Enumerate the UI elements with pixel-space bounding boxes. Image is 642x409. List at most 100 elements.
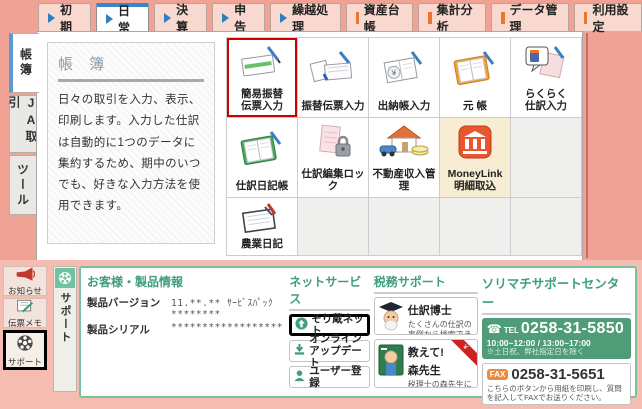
tab-arrow-icon: [48, 12, 55, 23]
dock-item-support[interactable]: サポート: [3, 330, 47, 370]
grid-item-motocho[interactable]: 元 帳: [440, 38, 511, 118]
tab-bar-icon: [355, 11, 359, 24]
grid-cell-empty: [369, 198, 440, 256]
tab-shukeibunseki[interactable]: 集計分析: [418, 3, 487, 34]
grid-item-label: らくらく 仕訳入力: [525, 87, 567, 113]
tab-shoki[interactable]: 初 期: [38, 3, 92, 34]
product-serial-label: 製品シリアル: [87, 324, 150, 336]
product-version-row: 製品バージョン 11.**.** ｻｰﾋﾞｽﾊﾟｯｸ ********: [87, 295, 285, 320]
dock-item-label: お知らせ: [8, 285, 42, 296]
grid-item-suitocho[interactable]: ¥ 出納帳入力: [369, 38, 440, 118]
divider: [58, 79, 204, 82]
grid-cell-empty: [298, 198, 369, 256]
tab-label: 申 告: [234, 2, 247, 34]
tab-kurikoshi[interactable]: 繰越処理: [270, 3, 341, 34]
grid-item-rakuraku-shiwake[interactable]: らくらく 仕訳入力: [511, 38, 582, 118]
app-window: 初 期 日 常 決 算 申 告 繰越処理 資産台帳 集計分析 データ管理 利用設…: [0, 0, 642, 409]
tab-label: 利用設定: [592, 2, 629, 34]
grid-item-fudosan-shunyu[interactable]: 不動産収入管理: [369, 118, 440, 198]
life-ring-icon: [55, 268, 75, 288]
grid-item-label: 出納帳入力: [377, 100, 431, 113]
sidebar-item-tool[interactable]: ツール: [9, 155, 37, 215]
grid-item-label: 仕訳日記帳: [235, 180, 289, 193]
dock-item-label: サポート: [7, 356, 42, 367]
sidebar-item-ja-torihiki[interactable]: JA取引: [7, 95, 38, 153]
top-tab-bar: 初 期 日 常 決 算 申 告 繰越処理 資産台帳 集計分析 データ管理 利用設…: [38, 3, 642, 35]
fax-number: 0258-31-5651: [511, 366, 605, 384]
tab-bar-icon: [501, 11, 505, 24]
grid-item-moneylink[interactable]: MoneyLink 明細取込: [440, 118, 511, 198]
grid-cell-empty: [511, 198, 582, 256]
tab-arrow-icon: [106, 14, 114, 24]
dock-item-label: 伝票メモ: [7, 317, 42, 328]
tax-support-title: 税務サポート: [373, 273, 478, 294]
grid-item-label: 仕訳編集ロック: [301, 167, 365, 193]
tab-label: 決 算: [176, 2, 189, 34]
download-icon: [293, 343, 306, 359]
sidebar-item-chobo[interactable]: 帳簿: [9, 33, 39, 93]
bank-building-icon: [455, 118, 495, 168]
tel-button[interactable]: ☎ TEL 0258-31-5850 10:00~12:00 / 13:00~1…: [481, 318, 631, 360]
grid-cell-empty: [511, 118, 582, 198]
support-panel-tab[interactable]: サポート: [53, 266, 77, 392]
product-version-value: 11.**.** ｻｰﾋﾞｽﾊﾟｯｸ ********: [171, 298, 274, 320]
teacher-icon: [378, 343, 404, 384]
professor-icon: [378, 301, 404, 331]
grid-item-label: 農業日記: [241, 238, 283, 251]
tel-prefix: TEL: [503, 326, 519, 335]
tab-datakanri[interactable]: データ管理: [491, 3, 570, 34]
bottom-dock: お知らせ 伝票メモ サポート: [3, 266, 49, 372]
two-slips-pencil-icon: [309, 38, 357, 100]
function-icon-grid: 簡易振替 伝票入力 振替伝票入力 ¥ 出納帳入力 元 帳 らくらく 仕訳入力 仕…: [226, 37, 582, 256]
tab-label: 初 期: [60, 2, 73, 34]
grid-item-label: 振替伝票入力: [301, 100, 365, 113]
net-button-label: ユーザー登録: [309, 364, 362, 389]
tab-riyosettei[interactable]: 利用設定: [574, 3, 642, 34]
sheet-padlock-icon: [309, 118, 357, 168]
grid-item-shiwake-henshu-lock[interactable]: 仕訳編集ロック: [298, 118, 369, 198]
net-services-section: ネットサービス そり蔵ネット オンライン アップデート ユーザー登録: [289, 273, 370, 392]
fax-button[interactable]: FAX 0258-31-5651 こちらのボタンから用紙を印刷し、質問を記入して…: [481, 363, 631, 406]
grid-item-shiwake-nikkicho[interactable]: 仕訳日記帳: [227, 118, 298, 198]
net-services-title: ネットサービス: [289, 273, 370, 311]
online-update-button[interactable]: オンライン アップデート: [289, 333, 370, 369]
main-panel: 帳 簿 日々の取引を入力、表示、印刷します。入力した仕訳は自動的に1つのデータに…: [36, 31, 583, 262]
tax-support-section: 税務サポート 仕訳博士 たくさんの仕訳の事例から検索できます。 教えて! 森先生…: [373, 273, 478, 392]
support-center-title: ソリマチサポートセンター: [481, 273, 631, 315]
life-ring-icon: [16, 334, 34, 357]
tab-shisandaicho[interactable]: 資産台帳: [345, 3, 414, 34]
tab-bar-icon: [428, 11, 432, 24]
user-registration-button[interactable]: ユーザー登録: [289, 364, 370, 389]
house-car-money-icon: [378, 118, 430, 168]
tab-nichijo[interactable]: 日 常: [96, 3, 150, 35]
tab-label: 繰越処理: [292, 2, 329, 34]
grid-item-label: 元 帳: [463, 100, 487, 113]
support-center-section: ソリマチサポートセンター ☎ TEL 0258-31-5850 10:00~12…: [481, 273, 631, 406]
grid-item-nogyo-nikki[interactable]: 農業日記: [227, 198, 298, 256]
tab-shinkoku[interactable]: 申 告: [212, 3, 266, 34]
fax-badge: FAX: [486, 369, 509, 381]
ledger-panel-description: 日々の取引を入力、表示、印刷します。入力した仕訳は自動的に1つのデータに集約する…: [58, 94, 201, 213]
memo-pencil-icon: [16, 299, 34, 318]
grid-item-furikae-denpyo[interactable]: 振替伝票入力: [298, 38, 369, 118]
grid-item-label: 簡易振替 伝票入力: [241, 87, 283, 113]
dock-item-oshirase[interactable]: お知らせ: [3, 266, 47, 296]
grid-item-kani-furikae-denpyo[interactable]: 簡易振替 伝票入力: [227, 38, 298, 118]
sorizo-net-icon: [295, 317, 308, 333]
megaphone-icon: [15, 267, 36, 286]
card-desc: たくさんの仕訳の事例から検索できます。: [407, 320, 472, 335]
oshiete-mori-sensei-card[interactable]: 教えて! 森先生 税理士の森先生に税務相談ができます。 ¥: [373, 338, 478, 388]
shiwake-hakase-card[interactable]: 仕訳博士 たくさんの仕訳の事例から検索できます。: [373, 297, 478, 335]
sidebar-item-label: JA取引: [7, 96, 38, 145]
grid-item-label: 不動産収入管理: [372, 167, 436, 193]
support-tab-label: サポート: [59, 292, 71, 344]
ledger-description-panel: 帳 簿 日々の取引を入力、表示、印刷します。入力した仕訳は自動的に1つのデータに…: [47, 42, 215, 244]
tab-kessan[interactable]: 決 算: [154, 3, 208, 34]
dock-item-denpyo-memo[interactable]: 伝票メモ: [3, 298, 47, 328]
product-serial-row: 製品シリアル ******************: [87, 322, 285, 337]
orange-ledger-book-icon: [451, 38, 499, 100]
customer-info-section: お客様・製品情報 製品バージョン 11.**.** ｻｰﾋﾞｽﾊﾟｯｸ ****…: [87, 273, 285, 392]
customer-info-title: お客様・製品情報: [87, 275, 184, 289]
tab-arrow-icon: [280, 12, 288, 23]
tab-label: 集計分析: [436, 2, 473, 34]
